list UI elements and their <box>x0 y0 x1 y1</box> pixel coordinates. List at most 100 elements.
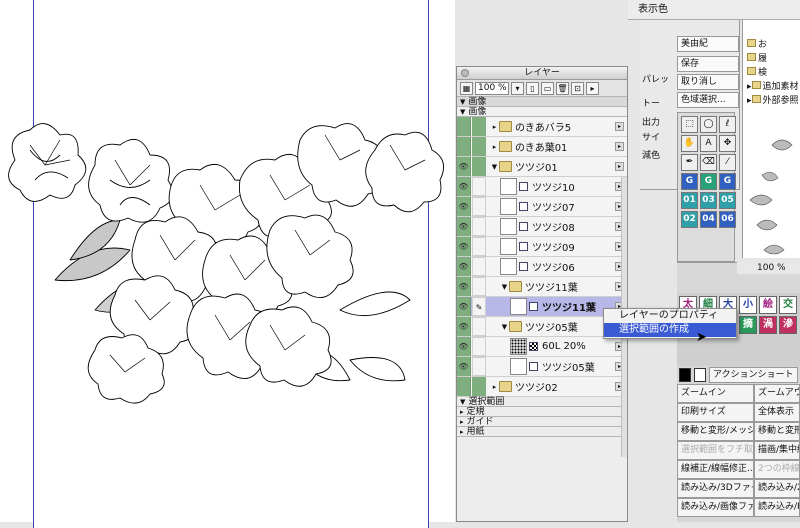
eyedropper-tool[interactable]: ⁄ <box>719 154 736 171</box>
section-selection[interactable]: ▼ 選択範囲 <box>457 397 627 407</box>
visibility-eye-icon[interactable]: 👁 <box>457 277 471 296</box>
section-paper[interactable]: ▸ 用紙 <box>457 427 627 437</box>
layer-row[interactable]: 👁 ツツジ08 ▸ <box>457 217 627 237</box>
layer-row[interactable]: 👁 ツツジ05葉 ▸ <box>457 357 627 377</box>
trash-icon[interactable]: 🗑 <box>556 81 569 95</box>
layer-lock-icon[interactable] <box>472 257 486 276</box>
zoom-dropdown-icon[interactable]: ▾ <box>511 81 524 95</box>
load-image-file-button[interactable]: 読み込み/画像ファイル <box>677 498 754 517</box>
pattern-tile[interactable]: 摘 <box>739 316 757 334</box>
tree-item[interactable]: 検 <box>743 66 800 80</box>
visibility-eye-icon[interactable]: 👁 <box>457 317 471 336</box>
fit-all-button[interactable]: 全体表示 <box>754 403 800 422</box>
visibility-eye-icon[interactable]: 👁 <box>457 217 471 236</box>
layer-row[interactable]: 👁 ▼ ツツジ01 ▸ <box>457 157 627 177</box>
load-pdf-button[interactable]: 読み込み/PD <box>754 498 800 517</box>
expand-down-icon[interactable]: ▼ <box>500 323 509 331</box>
hand-tool[interactable]: ✋ <box>681 135 698 152</box>
layer-lock-icon[interactable] <box>472 177 486 196</box>
tree-item[interactable]: ▸ 外部参照 <box>743 94 800 108</box>
layer-lock-icon[interactable] <box>472 217 486 236</box>
visibility-eye-icon[interactable] <box>457 377 471 396</box>
tone-tool-2[interactable]: 03 <box>700 192 717 209</box>
layer-lock-icon[interactable] <box>472 197 486 216</box>
move-tool[interactable]: ✥ <box>719 135 736 152</box>
tone-tool-4[interactable]: 02 <box>681 211 698 228</box>
expand-right-icon[interactable]: ▸ <box>490 383 499 391</box>
tone-tool-1[interactable]: 01 <box>681 192 698 209</box>
layer-lock-icon[interactable] <box>472 117 486 136</box>
tone-tool-6[interactable]: 06 <box>719 211 736 228</box>
tree-item[interactable]: ▸ 追加素材 <box>743 80 800 94</box>
layer-row[interactable]: ▸ ツツジ02 ▸ <box>457 377 627 397</box>
g-tool-3[interactable]: G <box>719 173 736 190</box>
layer-row[interactable]: ▸ のきあ葉01 ▸ <box>457 137 627 157</box>
layer-options-icon[interactable]: ▸ <box>615 122 624 131</box>
layer-row[interactable]: 👁 ツツジ06 ▸ <box>457 257 627 277</box>
layer-properties-menu-item[interactable]: レイヤーのプロパティ <box>604 309 736 323</box>
pattern-tile[interactable]: 小 <box>739 296 757 314</box>
expand-right-icon[interactable]: ▸ <box>490 143 499 151</box>
lock-icon[interactable]: ⊡ <box>571 81 584 95</box>
zoom-toggle-icon[interactable]: ▦ <box>460 81 473 95</box>
main-color-swatch[interactable] <box>679 368 691 382</box>
tree-item[interactable]: お <box>743 38 800 52</box>
load-3d-file-button[interactable]: 読み込み/3Dファイル <box>677 479 754 498</box>
layer-lock-icon[interactable] <box>472 337 486 356</box>
new-folder-icon[interactable]: ▭ <box>541 81 554 95</box>
focus-lines-button[interactable]: 描画/集中線 <box>754 441 800 460</box>
layer-lock-icon[interactable] <box>472 317 486 336</box>
zoom-in-button[interactable]: ズームイン <box>677 384 754 403</box>
layer-row[interactable]: 👁 ツツジ09 ▸ <box>457 237 627 257</box>
lasso-tool[interactable]: ℓ <box>719 116 736 133</box>
section-ruler[interactable]: ▸ 定規 <box>457 407 627 417</box>
selection-border-button[interactable]: 選択範囲をフチ取り <box>677 441 754 460</box>
pattern-tile[interactable]: 交 <box>779 296 797 314</box>
print-size-button[interactable]: 印刷サイズ <box>677 403 754 422</box>
layer-row[interactable]: 👁▼ツツジ05葉▸ <box>457 317 627 337</box>
layer-options-icon[interactable]: ▸ <box>615 142 624 151</box>
text-tool[interactable]: A <box>700 135 717 152</box>
tone-tool-5[interactable]: 04 <box>700 211 717 228</box>
layer-row[interactable]: ▸ のきあバラ5 ▸ <box>457 117 627 137</box>
layer-options-icon[interactable]: ▸ <box>615 162 624 171</box>
layer-row[interactable]: 👁 ▼ ツツジ11葉 ▸ <box>457 277 627 297</box>
color-select[interactable]: 美由紀 <box>677 36 739 52</box>
layer-row[interactable]: 👁 ツツジ10 ▸ <box>457 177 627 197</box>
load-2d-button[interactable]: 読み込み/2D <box>754 479 800 498</box>
layer-lock-icon[interactable] <box>472 237 486 256</box>
section-image-header[interactable]: ▼ 画像 <box>457 97 627 107</box>
close-icon[interactable] <box>461 69 469 77</box>
visibility-eye-icon[interactable]: 👁 <box>457 337 471 356</box>
root-group-row[interactable]: ▼ 画像 <box>457 107 627 117</box>
layer-row[interactable]: 👁 ✎ ツツジ11葉 ▸ <box>457 297 627 317</box>
line-width-fix-button[interactable]: 線補正/線幅修正... <box>677 460 754 479</box>
new-layer-icon[interactable]: ▯ <box>526 81 539 95</box>
ellipse-select-tool[interactable]: ◯ <box>700 116 717 133</box>
zoom-out-button[interactable]: ズームアウト <box>754 384 800 403</box>
layer-row[interactable]: 👁 60L 20% ▸ <box>457 337 627 357</box>
visibility-eye-icon[interactable]: 👁 <box>457 257 471 276</box>
tree-item[interactable]: 履 <box>743 52 800 66</box>
layer-lock-icon[interactable] <box>472 277 486 296</box>
layer-lock-icon[interactable] <box>472 137 486 156</box>
visibility-eye-icon[interactable]: 👁 <box>457 157 471 176</box>
zoom-field[interactable]: 100 % <box>475 81 509 95</box>
layer-row[interactable]: 👁 ツツジ07 ▸ <box>457 197 627 217</box>
cancel-button[interactable]: 取り消し <box>677 74 739 90</box>
pattern-tile[interactable]: 絵 <box>759 296 777 314</box>
g-tool-2[interactable]: G <box>700 173 717 190</box>
pattern-tile[interactable]: 渦 <box>759 316 777 334</box>
visibility-eye-icon[interactable]: 👁 <box>457 357 471 376</box>
mesh-transform-button[interactable]: 移動と変形/メッシュ <box>677 422 754 441</box>
pattern-tile[interactable]: 滲 <box>779 316 797 334</box>
canvas-area[interactable] <box>0 0 455 528</box>
expand-down-icon[interactable]: ▼ <box>490 163 499 171</box>
visibility-eye-icon[interactable] <box>457 117 471 136</box>
expand-down-icon[interactable]: ▼ <box>500 283 509 291</box>
pen-tool[interactable]: ✒ <box>681 154 698 171</box>
layer-panel-titlebar[interactable]: レイヤー <box>457 67 627 80</box>
visibility-eye-icon[interactable]: 👁 <box>457 237 471 256</box>
eraser-tool[interactable]: ⌫ <box>700 154 717 171</box>
visibility-eye-icon[interactable]: 👁 <box>457 177 471 196</box>
